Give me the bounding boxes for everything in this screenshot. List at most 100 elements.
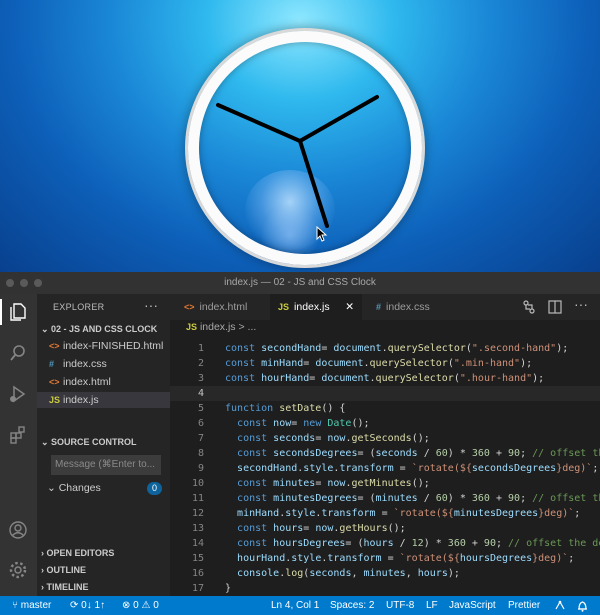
code-token: getMinutes (351, 478, 412, 489)
file-item[interactable]: <> index-FINISHED.html (49, 338, 163, 354)
code-line[interactable]: 10 const minutes= now.getMinutes(); (170, 476, 600, 491)
code-line[interactable]: 6 const now= new Date(); (170, 416, 600, 431)
workspace-folder[interactable]: ⌄ 02 - JS AND CSS CLOCK (41, 324, 157, 335)
tab-index-js[interactable]: JS index.js ✕ (270, 294, 362, 320)
close-window-button[interactable] (6, 279, 14, 287)
explorer-header: EXPLORER (53, 302, 105, 312)
code-token: hoursDegrees (273, 538, 346, 549)
breadcrumb[interactable]: JS index.js > ... (186, 321, 256, 333)
tab-index-html[interactable]: <> index.html (178, 294, 276, 320)
code-token: log (285, 568, 304, 579)
code-token: console (237, 568, 280, 579)
code-line[interactable]: 15 hourHand.style.transform = `rotate(${… (170, 551, 600, 566)
code-editor[interactable]: 1 const secondHand= document.querySelecto… (170, 336, 600, 596)
code-token: (); (351, 418, 370, 429)
code-token: , (351, 568, 364, 579)
js-file-icon: JS (49, 395, 61, 405)
split-editor-icon[interactable] (548, 300, 562, 314)
code-line[interactable]: 9 secondHand.style.transform = `rotate($… (170, 461, 600, 476)
window-controls[interactable] (6, 279, 42, 287)
code-text: const minutesDegrees= (minutes / 60) * 3… (225, 491, 600, 506)
code-token: hoursDegrees (459, 553, 533, 564)
extensions-icon[interactable] (8, 425, 28, 445)
code-token: 360 (471, 448, 490, 459)
breadcrumb-symbols[interactable]: ... (248, 321, 257, 333)
line-number: 4 (197, 388, 204, 399)
code-line[interactable]: 2 const minHand= document.querySelector("… (170, 356, 600, 371)
breadcrumb-separator-icon: > (238, 321, 245, 333)
code-token: / (417, 493, 436, 504)
code-line[interactable]: 3 const hourHand= document.querySelector(… (170, 371, 600, 386)
code-line[interactable]: 17} (170, 581, 600, 596)
open-changes-icon[interactable] (522, 300, 536, 314)
code-line[interactable]: 4 (170, 386, 600, 401)
timeline-section[interactable]: › TIMELINE (41, 582, 89, 592)
language-mode[interactable]: JavaScript (449, 596, 496, 615)
code-token: now (327, 478, 346, 489)
code-token: document (315, 358, 364, 369)
file-item-active[interactable]: JS index.js (37, 392, 170, 408)
file-item[interactable]: <> index.html (49, 374, 111, 390)
formatter-status[interactable]: Prettier (508, 596, 540, 615)
source-control-header[interactable]: ⌄ SOURCE CONTROL (41, 437, 137, 448)
source-control-label: SOURCE CONTROL (51, 437, 137, 447)
code-token: = (393, 463, 412, 474)
code-token: / (393, 538, 412, 549)
cursor-position[interactable]: Ln 4, Col 1 (271, 596, 319, 615)
tab-index-css[interactable]: # index.css (368, 294, 466, 320)
notifications-bell-icon[interactable] (577, 600, 588, 612)
code-token: minutes (363, 568, 406, 579)
encoding-setting[interactable]: UTF-8 (386, 596, 414, 615)
code-line[interactable]: 11 const minutesDegrees= (minutes / 60) … (170, 491, 600, 506)
indentation-setting[interactable]: Spaces: 2 (330, 596, 374, 615)
explorer-files-icon[interactable] (8, 302, 28, 322)
tab-label: index.js (294, 301, 330, 313)
settings-gear-icon[interactable] (8, 560, 28, 580)
search-icon[interactable] (8, 343, 28, 363)
code-token: 360 (447, 538, 466, 549)
line-number: 10 (191, 478, 204, 489)
file-name: index-FINISHED.html (63, 340, 164, 352)
code-line[interactable]: 13 const hours= now.getHours(); (170, 521, 600, 536)
run-debug-icon[interactable] (8, 384, 28, 404)
editor-more-icon[interactable]: ··· (574, 296, 588, 312)
tab-label: index.css (386, 301, 430, 313)
feedback-icon[interactable] (554, 600, 566, 611)
code-token: () { (321, 403, 346, 414)
changes-group[interactable]: ⌄ Changes (47, 482, 101, 494)
code-token: = ( (345, 538, 364, 549)
sync-status[interactable]: ⟳ 0↓ 1↑ (70, 596, 105, 615)
code-token: seconds (375, 448, 418, 459)
open-editors-section[interactable]: › OPEN EDITORS (41, 548, 114, 558)
code-token: ".hour-hand" (459, 373, 533, 384)
code-line[interactable]: 16 console.log(seconds, minutes, hours); (170, 566, 600, 581)
outline-label: OUTLINE (46, 565, 87, 575)
explorer-more-icon[interactable]: ··· (144, 297, 158, 313)
file-item[interactable]: # index.css (49, 356, 107, 372)
code-line[interactable]: 8 const secondsDegrees= (seconds / 60) *… (170, 446, 600, 461)
code-token: hours (273, 523, 304, 534)
commit-message-input[interactable]: Message (⌘Enter to... (51, 455, 161, 475)
chevron-down-icon: ⌄ (41, 324, 52, 334)
close-tab-icon[interactable]: ✕ (345, 294, 354, 320)
account-icon[interactable] (8, 520, 28, 540)
code-line[interactable]: 7 const seconds= now.getSeconds(); (170, 431, 600, 446)
code-token: 60 (435, 448, 448, 459)
code-token: = (375, 508, 394, 519)
breadcrumb-file[interactable]: index.js (200, 321, 236, 333)
problems-status[interactable]: ⊗ 0 ⚠ 0 (122, 596, 159, 615)
code-text: secondHand.style.transform = `rotate(${s… (225, 461, 598, 476)
code-line[interactable]: 12 minHand.style.transform = `rotate(${m… (170, 506, 600, 521)
code-line[interactable]: 5 function setDate() { (170, 401, 600, 416)
maximize-window-button[interactable] (34, 279, 42, 287)
outline-section[interactable]: › OUTLINE (41, 565, 86, 575)
code-token: ) * (447, 448, 472, 459)
minimize-window-button[interactable] (20, 279, 28, 287)
code-token: 12 (411, 538, 424, 549)
eol-setting[interactable]: LF (426, 596, 438, 615)
branch-status[interactable]: ⑂ master (12, 596, 51, 615)
browser-preview (0, 0, 600, 272)
code-line[interactable]: 1 const secondHand= document.querySelecto… (170, 341, 600, 356)
code-line[interactable]: 14 const hoursDegrees= (hours / 12) * 36… (170, 536, 600, 551)
